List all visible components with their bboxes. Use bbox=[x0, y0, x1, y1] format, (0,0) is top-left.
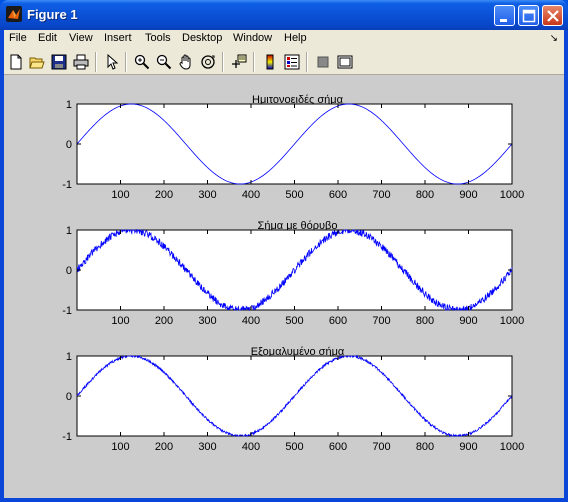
x-tick-label: 600 bbox=[329, 441, 347, 453]
x-tick-label: 200 bbox=[155, 315, 173, 327]
x-tick-label: 500 bbox=[285, 189, 303, 201]
x-tick-label: 400 bbox=[242, 315, 260, 327]
figure-canvas[interactable]: Ημιτονοειδές σήμα Σήμα με θόρυβο Εξομαλυ… bbox=[4, 76, 564, 498]
menu-file[interactable]: File bbox=[9, 32, 27, 44]
save-button[interactable] bbox=[49, 52, 69, 72]
toolbar-separator bbox=[306, 52, 308, 72]
dock-arrow-icon[interactable]: ↘ bbox=[550, 33, 558, 44]
data-cursor-button[interactable] bbox=[229, 52, 249, 72]
open-file-icon bbox=[29, 57, 45, 69]
rotate-3d-button[interactable] bbox=[198, 52, 218, 72]
toolbar-separator bbox=[95, 52, 97, 72]
x-tick-label: 500 bbox=[285, 315, 303, 327]
y-tick-label: -1 bbox=[62, 305, 72, 317]
close-icon bbox=[547, 10, 559, 22]
print-button[interactable] bbox=[71, 52, 91, 72]
y-tick-label: 1 bbox=[66, 99, 72, 111]
open-file-button[interactable] bbox=[27, 52, 47, 72]
x-tick-label: 100 bbox=[111, 315, 129, 327]
menu-bar: File Edit View Insert Tools Desktop Wind… bbox=[4, 30, 564, 49]
y-tick-label: 0 bbox=[66, 139, 72, 151]
show-plot-tools-icon bbox=[337, 55, 353, 69]
x-tick-label: 1000 bbox=[500, 315, 524, 327]
x-tick-label: 1000 bbox=[500, 441, 524, 453]
y-tick-label: -1 bbox=[62, 179, 72, 191]
x-tick-label: 900 bbox=[459, 315, 477, 327]
menu-desktop[interactable]: Desktop bbox=[182, 32, 222, 44]
x-tick-label: 400 bbox=[242, 189, 260, 201]
x-tick-label: 300 bbox=[198, 315, 216, 327]
x-tick-label: 600 bbox=[329, 189, 347, 201]
figure-window: Figure 1 File Edit View Insert Tools Des… bbox=[0, 0, 568, 502]
menu-help[interactable]: Help bbox=[284, 32, 307, 44]
legend-icon bbox=[284, 54, 300, 70]
y-tick-label: 0 bbox=[66, 391, 72, 403]
window-title: Figure 1 bbox=[27, 7, 78, 22]
colorbar-button[interactable] bbox=[260, 52, 280, 72]
y-tick-label: 1 bbox=[66, 225, 72, 237]
data-cursor-icon bbox=[232, 54, 247, 68]
pan-button[interactable] bbox=[176, 52, 196, 72]
zoom-in-button[interactable] bbox=[132, 52, 152, 72]
pan-hand-icon bbox=[179, 54, 191, 70]
save-icon bbox=[51, 54, 67, 70]
x-tick-label: 100 bbox=[111, 189, 129, 201]
minimize-icon bbox=[500, 19, 507, 22]
figure-toolbar bbox=[4, 49, 564, 75]
window-frame-left bbox=[0, 30, 4, 502]
hide-plot-tools-button[interactable] bbox=[313, 52, 333, 72]
x-tick-label: 900 bbox=[459, 441, 477, 453]
x-tick-label: 700 bbox=[372, 441, 390, 453]
x-tick-label: 100 bbox=[111, 441, 129, 453]
hide-plot-tools-icon bbox=[317, 56, 329, 68]
rotate-3d-icon bbox=[201, 55, 215, 69]
maximize-button[interactable] bbox=[518, 5, 539, 26]
window-frame-right bbox=[564, 30, 568, 502]
x-tick-label: 400 bbox=[242, 441, 260, 453]
edit-plot-pointer-icon bbox=[107, 54, 119, 70]
toolbar-separator bbox=[222, 52, 224, 72]
new-figure-button[interactable] bbox=[6, 52, 26, 72]
x-tick-label: 1000 bbox=[500, 189, 524, 201]
x-tick-label: 600 bbox=[329, 315, 347, 327]
legend-button[interactable] bbox=[282, 52, 302, 72]
print-icon bbox=[73, 54, 89, 70]
x-tick-label: 300 bbox=[198, 189, 216, 201]
menu-tools[interactable]: Tools bbox=[145, 32, 171, 44]
menu-window[interactable]: Window bbox=[233, 32, 272, 44]
x-tick-label: 200 bbox=[155, 189, 173, 201]
toolbar-separator bbox=[253, 52, 255, 72]
x-tick-label: 500 bbox=[285, 441, 303, 453]
y-tick-label: 0 bbox=[66, 265, 72, 277]
x-tick-label: 900 bbox=[459, 189, 477, 201]
toolbar-separator bbox=[125, 52, 127, 72]
x-tick-label: 800 bbox=[416, 189, 434, 201]
zoom-out-icon bbox=[156, 54, 172, 70]
y-tick-label: 1 bbox=[66, 351, 72, 363]
client-area: File Edit View Insert Tools Desktop Wind… bbox=[4, 30, 564, 498]
menu-insert[interactable]: Insert bbox=[104, 32, 132, 44]
zoom-out-button[interactable] bbox=[154, 52, 174, 72]
colorbar-icon bbox=[266, 54, 274, 70]
x-tick-label: 700 bbox=[372, 189, 390, 201]
menu-view[interactable]: View bbox=[69, 32, 93, 44]
window-frame-bottom bbox=[0, 498, 568, 502]
x-tick-label: 300 bbox=[198, 441, 216, 453]
minimize-button[interactable] bbox=[494, 5, 515, 26]
close-button[interactable] bbox=[542, 5, 563, 26]
maximize-icon bbox=[522, 9, 536, 23]
x-tick-label: 800 bbox=[416, 441, 434, 453]
title-bar[interactable]: Figure 1 bbox=[0, 0, 568, 30]
plots-svg: 100 200 300 400 500 600 700 800 900 100010-1100 20… bbox=[62, 99, 524, 453]
x-tick-label: 200 bbox=[155, 441, 173, 453]
show-plot-tools-button[interactable] bbox=[335, 52, 355, 72]
zoom-in-icon bbox=[134, 54, 150, 70]
matlab-icon bbox=[6, 6, 22, 22]
menu-edit[interactable]: Edit bbox=[38, 32, 57, 44]
edit-plot-button[interactable] bbox=[102, 52, 122, 72]
new-figure-icon bbox=[10, 54, 22, 70]
x-tick-label: 700 bbox=[372, 315, 390, 327]
y-tick-label: -1 bbox=[62, 431, 72, 443]
x-tick-label: 800 bbox=[416, 315, 434, 327]
